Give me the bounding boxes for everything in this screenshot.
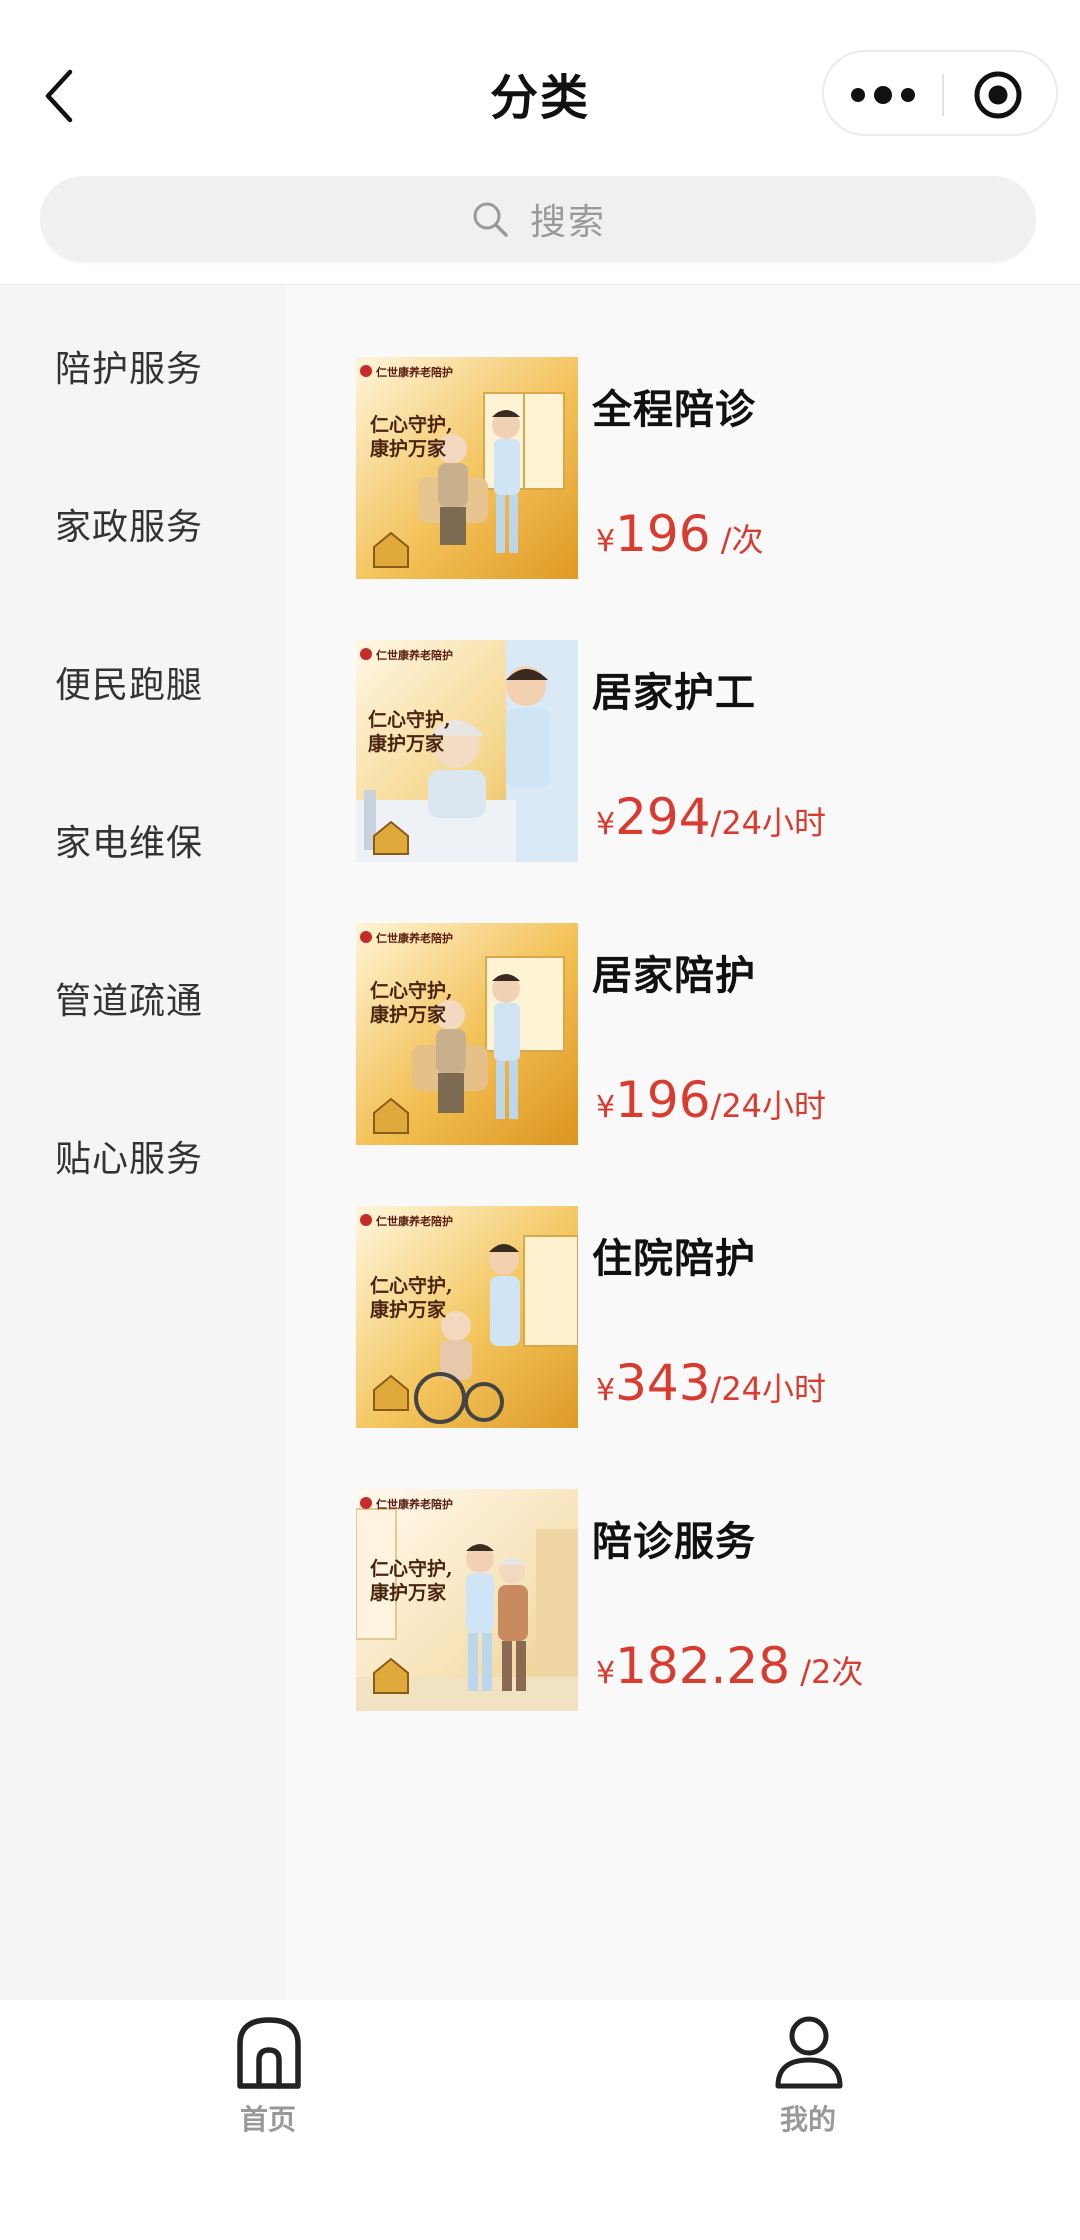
price-unit: /24小时 <box>710 1087 827 1125</box>
price-unit: /24小时 <box>710 804 827 842</box>
product-card[interactable]: 仁世康养老陪护 仁心守护, 康护万家 住院陪护 ¥343/24小时 <box>356 1206 1056 1430</box>
product-card[interactable]: 仁世康养老陪护 仁心守护, 康护万家 陪诊服务 ¥182.28 /2次 <box>356 1489 1056 1713</box>
header: 分类 <box>0 0 1080 180</box>
price-amount: 196 <box>615 505 711 563</box>
product-thumbnail: 仁世康养老陪护 仁心守护, 康护万家 <box>356 923 578 1145</box>
price-amount: 196 <box>615 1071 711 1129</box>
product-thumbnail: 仁世康养老陪护 仁心守护, 康护万家 <box>356 1489 578 1711</box>
category-sidebar: 陪护服务 家政服务 便民跑腿 家电维保 管道疏通 贴心服务 <box>0 285 286 2000</box>
product-thumbnail: 仁世康养老陪护 仁心守护, 康护万家 <box>356 1206 578 1428</box>
product-card[interactable]: 仁世康养老陪护 仁心守护, 康护万家 居家护工 ¥294/24小时 <box>356 640 1056 864</box>
search-bar[interactable]: 搜索 <box>40 176 1036 262</box>
thumbnail-brand-text: 仁世康养老陪护 <box>376 1497 453 1511</box>
product-card[interactable]: 仁世康养老陪护 仁心守护, 康护万家 居家陪护 ¥196/24小时 <box>356 923 1056 1147</box>
currency-symbol: ¥ <box>596 524 616 559</box>
price-unit: /2次 <box>790 1653 864 1691</box>
currency-symbol: ¥ <box>596 1090 616 1125</box>
product-list: 仁世康养老陪护 仁心守护, 康护万家 全程陪诊 ¥196 /次 仁世康养老陪护 … <box>286 285 1080 2000</box>
thumbnail-slogan-line2: 康护万家 <box>368 732 445 755</box>
page: 分类 搜索 陪护服务 家政服务 便民跑腿 家电维保 管道疏通 贴心服务 仁世康养… <box>0 0 1080 2240</box>
product-name: 住院陪护 <box>592 1236 756 1282</box>
product-name: 陪诊服务 <box>592 1519 756 1565</box>
thumbnail-brand-text: 仁世康养老陪护 <box>376 1214 453 1228</box>
tab-mine-label: 我的 <box>779 2103 836 2136</box>
product-price: ¥182.28 /2次 <box>596 1637 863 1695</box>
close-target-icon[interactable] <box>972 69 1024 121</box>
user-icon <box>775 2016 843 2089</box>
product-thumbnail: 仁世康养老陪护 仁心守护, 康护万家 <box>356 640 578 862</box>
currency-symbol: ¥ <box>596 1373 616 1408</box>
product-name: 全程陪诊 <box>592 387 756 433</box>
thumbnail-slogan-line2: 康护万家 <box>370 1298 447 1321</box>
thumbnail-slogan-line1: 仁心守护, <box>370 979 453 1002</box>
home-icon <box>237 2017 301 2089</box>
tab-home[interactable]: 首页 <box>188 2014 348 2154</box>
mini-program-capsule <box>822 50 1058 136</box>
product-price: ¥343/24小时 <box>596 1354 826 1412</box>
product-thumbnail: 仁世康养老陪护 仁心守护, 康护万家 <box>356 357 578 579</box>
thumbnail-slogan-line1: 仁心守护, <box>370 1274 453 1297</box>
price-amount: 343 <box>615 1354 711 1412</box>
thumbnail-slogan-line1: 仁心守护, <box>370 1557 453 1580</box>
product-price: ¥294/24小时 <box>596 788 826 846</box>
more-icon[interactable] <box>846 72 920 118</box>
search-icon <box>473 202 508 237</box>
price-unit: /次 <box>710 521 764 559</box>
sidebar-item-housekeeping[interactable]: 家政服务 <box>55 498 203 550</box>
tab-mine[interactable]: 我的 <box>728 2014 888 2154</box>
thumbnail-slogan-line1: 仁心守护, <box>368 708 451 731</box>
product-price: ¥196/24小时 <box>596 1071 826 1129</box>
currency-symbol: ¥ <box>596 1656 616 1691</box>
thumbnail-slogan-line2: 康护万家 <box>370 1581 447 1604</box>
thumbnail-slogan-line2: 康护万家 <box>370 1003 447 1026</box>
thumbnail-slogan-line2: 康护万家 <box>370 437 447 460</box>
price-amount: 182.28 <box>615 1637 791 1695</box>
sidebar-item-appliance-repair[interactable]: 家电维保 <box>55 814 203 866</box>
sidebar-item-caring-service[interactable]: 贴心服务 <box>55 1130 203 1182</box>
tab-home-label: 首页 <box>239 2103 296 2136</box>
thumbnail-brand-text: 仁世康养老陪护 <box>376 648 453 662</box>
sidebar-item-pipe-dredging[interactable]: 管道疏通 <box>55 972 203 1024</box>
bottom-tab-bar: 首页 我的 <box>0 2000 1080 2240</box>
currency-symbol: ¥ <box>596 807 616 842</box>
capsule-divider <box>942 74 944 116</box>
sidebar-item-escort-service[interactable]: 陪护服务 <box>55 340 203 392</box>
search-placeholder: 搜索 <box>529 202 606 243</box>
sidebar-item-errands[interactable]: 便民跑腿 <box>55 656 203 708</box>
product-name: 居家陪护 <box>592 953 756 999</box>
thumbnail-brand-text: 仁世康养老陪护 <box>376 365 453 379</box>
product-card[interactable]: 仁世康养老陪护 仁心守护, 康护万家 全程陪诊 ¥196 /次 <box>356 357 1056 581</box>
thumbnail-brand-text: 仁世康养老陪护 <box>376 931 453 945</box>
product-price: ¥196 /次 <box>596 505 764 563</box>
thumbnail-slogan-line1: 仁心守护, <box>370 413 453 436</box>
product-name: 居家护工 <box>592 670 756 716</box>
price-amount: 294 <box>615 788 711 846</box>
price-unit: /24小时 <box>710 1370 827 1408</box>
